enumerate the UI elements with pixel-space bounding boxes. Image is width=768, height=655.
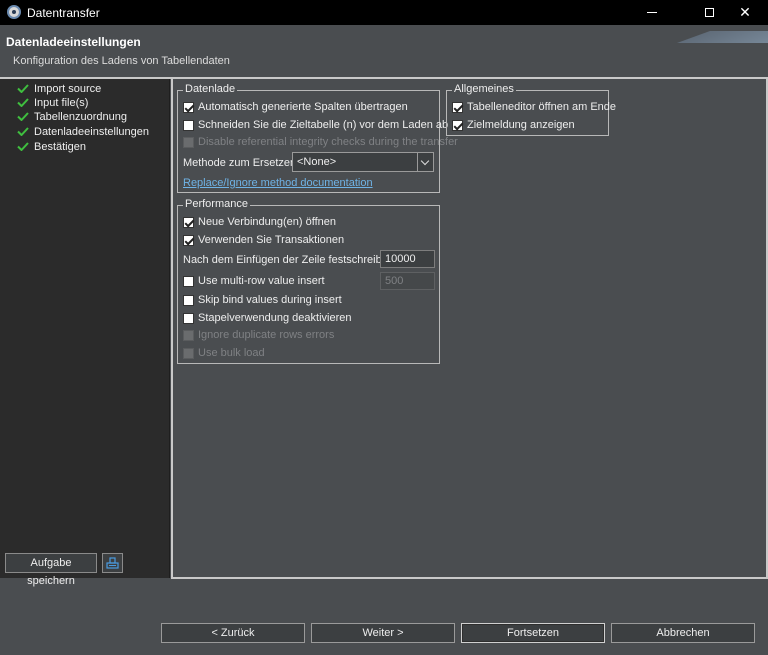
group-legend: Allgemeines — [452, 83, 516, 95]
page-subtitle: Konfiguration des Ladens von Tabellendat… — [13, 55, 230, 67]
disable-ref-checkbox — [183, 136, 194, 148]
task-config-icon — [106, 557, 119, 569]
disable-ref-checkbox-row: Disable referential integrity checks dur… — [183, 135, 458, 149]
commit-after-input[interactable]: 10000 — [380, 250, 435, 268]
select-value: <None> — [297, 156, 337, 168]
open-editor-checkbox[interactable] — [452, 101, 463, 113]
checkbox-label: Skip bind values during insert — [198, 294, 342, 306]
checkbox-label: Automatisch generierte Spalten übertrage… — [198, 101, 408, 113]
step-label: Import source — [34, 82, 102, 95]
skip-bind-checkbox[interactable] — [183, 294, 194, 306]
checkbox-label: Zielmeldung anzeigen — [467, 119, 575, 131]
multirow-checkbox[interactable] — [183, 275, 194, 287]
wizard-header: Datenladeeinstellungen Konfiguration des… — [0, 25, 768, 78]
window-title: Datentransfer — [27, 6, 100, 20]
performance-group: Performance Neue Verbindung(en) öffnen V… — [177, 198, 440, 364]
step-item-table-mapping[interactable]: Tabellenzuordnung — [17, 109, 127, 124]
step-label: Datenladeeinstellungen — [34, 125, 149, 138]
step-item-input-files[interactable]: Input file(s) — [17, 95, 88, 110]
check-icon — [17, 127, 29, 136]
new-connection-checkbox-row[interactable]: Neue Verbindung(en) öffnen — [183, 215, 336, 229]
checkbox-label: Disable referential integrity checks dur… — [198, 136, 458, 148]
multirow-checkbox-row[interactable]: Use multi-row value insert — [183, 274, 325, 288]
checkbox-label: Use multi-row value insert — [198, 275, 325, 287]
open-editor-checkbox-row[interactable]: Tabelleneditor öffnen am Ende — [452, 100, 616, 114]
replace-method-label: Methode zum Ersetzen: — [183, 157, 300, 169]
auto-columns-checkbox-row[interactable]: Automatisch generierte Spalten übertrage… — [183, 100, 408, 114]
group-legend: Performance — [183, 198, 250, 210]
save-task-settings-button[interactable] — [102, 553, 123, 573]
disable-batch-checkbox[interactable] — [183, 312, 194, 324]
group-legend: Datenlade — [183, 83, 238, 95]
app-logo-icon — [7, 5, 21, 19]
pane-divider — [171, 79, 173, 578]
next-button[interactable]: Weiter > — [311, 623, 455, 643]
check-icon — [17, 84, 29, 93]
step-label: Input file(s) — [34, 96, 89, 109]
cancel-button[interactable]: Abbrechen — [611, 623, 755, 643]
checkbox-label: Neue Verbindung(en) öffnen — [198, 216, 337, 228]
check-icon — [17, 98, 29, 107]
maximize-icon — [705, 8, 714, 17]
minimize-icon — [647, 12, 657, 13]
chevron-down-icon[interactable] — [417, 153, 433, 171]
datenlade-group: Datenlade Automatisch generierte Spalten… — [177, 83, 458, 193]
disable-batch-checkbox-row[interactable]: Stapelverwendung deaktivieren — [183, 311, 352, 325]
header-banner-decoration — [648, 31, 768, 43]
use-transactions-checkbox[interactable] — [183, 234, 194, 246]
show-notice-checkbox[interactable] — [452, 119, 463, 131]
step-item-confirm[interactable]: Bestätigen — [17, 139, 86, 154]
show-notice-checkbox-row[interactable]: Zielmeldung anzeigen — [452, 118, 575, 132]
back-button[interactable]: < Zurück — [161, 623, 305, 643]
commit-after-label: Nach dem Einfügen der Zeile festschreibe… — [183, 254, 398, 266]
step-item-load-settings[interactable]: Datenladeeinstellungen — [17, 124, 149, 139]
step-label: Tabellenzuordnung — [34, 110, 127, 123]
allgemeines-group: Allgemeines Tabelleneditor öffnen am End… — [446, 83, 616, 136]
checkbox-label: Tabelleneditor öffnen am Ende — [467, 101, 617, 113]
skip-bind-checkbox-row[interactable]: Skip bind values during insert — [183, 293, 342, 307]
check-icon — [17, 112, 29, 121]
checkbox-label: Schneiden Sie die Zieltabelle (n) vor de… — [198, 119, 449, 131]
checkbox-label: Verwenden Sie Transaktionen — [198, 234, 345, 246]
title-bar: Datentransfer ✕ — [0, 0, 768, 25]
ignore-dup-checkbox-row: Ignore duplicate rows errors — [183, 328, 334, 342]
ignore-dup-checkbox — [183, 329, 194, 341]
new-connection-checkbox[interactable] — [183, 216, 194, 228]
checkbox-label: Ignore duplicate rows errors — [198, 329, 335, 341]
step-label: Bestätigen — [34, 140, 86, 153]
truncate-checkbox[interactable] — [183, 119, 194, 131]
wizard-steps-pane: Import source Input file(s) Tabellenzuor… — [0, 79, 170, 578]
minimize-button[interactable] — [630, 0, 676, 25]
bulk-load-checkbox — [183, 347, 194, 359]
close-icon: ✕ — [739, 4, 751, 20]
multirow-count-input: 500 — [380, 272, 435, 290]
check-icon — [17, 142, 29, 151]
use-transactions-checkbox-row[interactable]: Verwenden Sie Transaktionen — [183, 233, 344, 247]
close-button[interactable]: ✕ — [722, 0, 768, 25]
bulk-load-checkbox-row: Use bulk load — [183, 346, 265, 360]
continue-button[interactable]: Fortsetzen — [461, 623, 605, 643]
auto-columns-checkbox[interactable] — [183, 101, 194, 113]
save-task-button[interactable]: Aufgabe speichern — [5, 553, 97, 587]
checkbox-label: Stapelverwendung deaktivieren — [198, 312, 352, 324]
page-title: Datenladeeinstellungen — [6, 35, 141, 49]
replace-method-select[interactable]: <None> — [292, 152, 434, 172]
step-item-import-source[interactable]: Import source — [17, 81, 101, 96]
checkbox-label: Use bulk load — [198, 347, 265, 359]
replace-doc-link[interactable]: Replace/Ignore method documentation — [183, 177, 373, 189]
truncate-checkbox-row[interactable]: Schneiden Sie die Zieltabelle (n) vor de… — [183, 118, 448, 132]
content-bottom-divider — [171, 577, 768, 579]
